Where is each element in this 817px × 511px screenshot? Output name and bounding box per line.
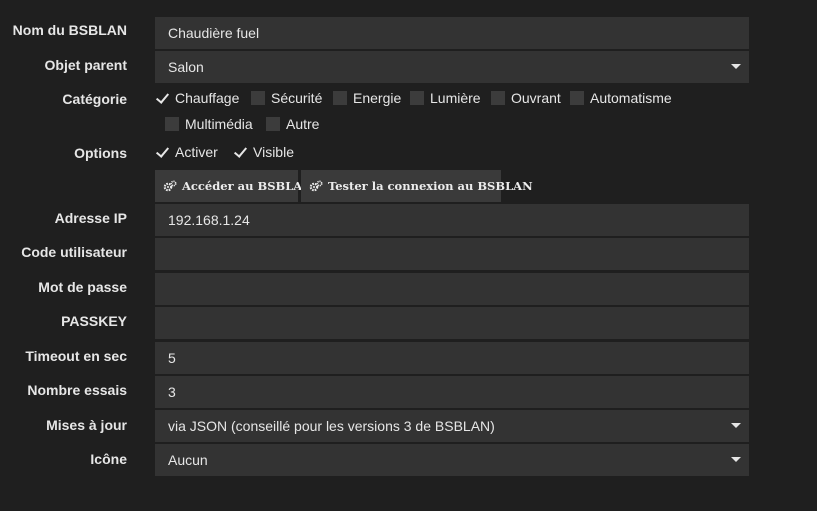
checkbox-box — [165, 117, 179, 131]
category-checkbox-label: Multimédia — [185, 116, 253, 132]
ip-input[interactable]: 192.168.1.24 — [155, 204, 749, 236]
test-connection-label: Tester la connexion au BSBLAN — [328, 179, 533, 193]
parent-select[interactable]: Salon — [155, 51, 749, 83]
password-label: Mot de passe — [38, 279, 127, 295]
icon-label: Icône — [90, 451, 127, 467]
category-checkbox-label: Automatisme — [590, 90, 672, 106]
caret-down-icon — [731, 64, 741, 69]
password-input[interactable] — [155, 273, 749, 305]
option-checkbox-label: Activer — [175, 144, 218, 160]
ip-label: Adresse IP — [54, 210, 127, 226]
category-checkbox-securite[interactable]: Sécurité — [251, 90, 322, 106]
category-checkbox-label: Energie — [353, 90, 402, 106]
category-checkbox-label: Autre — [286, 116, 320, 132]
cogs-icon — [309, 180, 323, 192]
access-bsblan-label: Accéder au BSBLAN — [182, 179, 313, 193]
access-bsblan-button[interactable]: Accéder au BSBLAN — [155, 170, 313, 202]
category-checkbox-lumiere[interactable]: Lumière — [410, 90, 481, 106]
caret-down-icon — [731, 423, 741, 428]
cogs-icon — [163, 180, 177, 192]
parent-label: Objet parent — [44, 57, 127, 73]
checkbox-box — [266, 117, 280, 131]
retries-label: Nombre essais — [27, 382, 127, 398]
option-checkbox-visible[interactable]: Visible — [233, 144, 294, 160]
passkey-label: PASSKEY — [61, 313, 127, 329]
category-checkbox-label: Sécurité — [271, 90, 323, 106]
timeout-label: Timeout en sec — [25, 348, 127, 364]
check-icon — [155, 145, 169, 159]
checkbox-box — [491, 91, 505, 105]
name-input[interactable]: Chaudière fuel — [155, 17, 749, 49]
updates-select[interactable]: via JSON (conseillé pour les versions 3 … — [155, 410, 749, 442]
options-label: Options — [74, 145, 127, 161]
parent-select-value: Salon — [168, 59, 204, 75]
updates-select-value: via JSON (conseillé pour les versions 3 … — [168, 418, 495, 434]
category-checkbox-label: Chauffage — [175, 90, 240, 106]
name-label: Nom du BSBLAN — [12, 22, 127, 38]
category-checkbox-chauffage[interactable]: Chauffage — [155, 90, 239, 106]
updates-label: Mises à jour — [46, 417, 127, 433]
test-connection-button[interactable]: Tester la connexion au BSBLAN — [301, 170, 533, 202]
caret-down-icon — [731, 457, 741, 462]
checkbox-box — [333, 91, 347, 105]
user-input[interactable] — [155, 238, 749, 270]
category-checkbox-autre[interactable]: Autre — [266, 116, 319, 132]
category-label: Catégorie — [62, 91, 127, 107]
check-icon — [155, 91, 169, 105]
category-checkbox-energie[interactable]: Energie — [333, 90, 401, 106]
checkbox-box — [410, 91, 424, 105]
check-icon — [233, 145, 247, 159]
category-checkbox-label: Ouvrant — [511, 90, 561, 106]
category-checkbox-ouvrant[interactable]: Ouvrant — [491, 90, 561, 106]
category-checkbox-label: Lumière — [430, 90, 481, 106]
passkey-input[interactable] — [155, 307, 749, 339]
category-checkbox-multimedia[interactable]: Multimédia — [165, 116, 253, 132]
icon-select[interactable]: Aucun — [155, 444, 749, 476]
user-label: Code utilisateur — [21, 244, 127, 260]
option-checkbox-activer[interactable]: Activer — [155, 144, 218, 160]
option-checkbox-label: Visible — [253, 144, 294, 160]
timeout-input[interactable]: 5 — [155, 342, 749, 374]
retries-input[interactable]: 3 — [155, 376, 749, 408]
checkbox-box — [251, 91, 265, 105]
category-checkbox-automatisme[interactable]: Automatisme — [570, 90, 672, 106]
icon-select-value: Aucun — [168, 452, 208, 468]
checkbox-box — [570, 91, 584, 105]
